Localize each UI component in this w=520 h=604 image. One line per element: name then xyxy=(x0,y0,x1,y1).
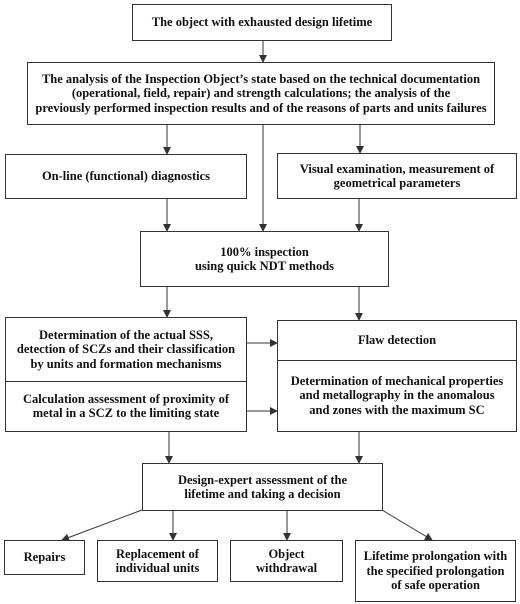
node-text: Lifetime prolongation with the specified … xyxy=(364,549,508,593)
node-text-line: On-line (functional) diagnostics xyxy=(41,169,211,184)
node-text: Design-expert assessment of the lifetime … xyxy=(178,473,347,502)
node-text-line: the specified prolongation xyxy=(366,563,505,578)
node-text-line: Calculation assessment of proximity of xyxy=(22,391,229,406)
node-text-line: of safe operation xyxy=(391,578,480,593)
node-sss-determination: Determination of the actual SSS, detectio… xyxy=(6,318,246,382)
node-text: Repairs xyxy=(24,550,66,565)
node-start: The object with exhausted design lifetim… xyxy=(132,4,392,41)
node-design-expert: Design-expert assessment of the lifetime … xyxy=(142,463,383,511)
node-text-line: Object xyxy=(268,546,305,561)
node-text-line: withdrawal xyxy=(255,561,318,575)
node-mech-properties: Determination of mechanical properties an… xyxy=(278,360,516,431)
node-right-group: Flaw detection Determination of mechanic… xyxy=(277,320,517,432)
node-text-line: and zones with the maximum SC xyxy=(309,402,485,417)
node-text-line: using quick NDT methods xyxy=(194,259,335,273)
node-calc-assessment: Calculation assessment of proximity of me… xyxy=(6,381,246,431)
node-text-line: Design-expert assessment of the xyxy=(177,472,348,487)
node-text: Replacement of individual units xyxy=(116,547,200,576)
node-text: Determination of mechanical properties an… xyxy=(291,374,504,418)
node-text-line: Determination of the actual SSS, xyxy=(39,327,213,342)
node-inspection: 100% inspection using quick NDT methods xyxy=(140,231,389,287)
node-text: Determination of the actual SSS, detectio… xyxy=(17,328,235,372)
node-text-line: (operational, field, repair) and strengt… xyxy=(71,86,451,101)
node-text-line: 100% inspection xyxy=(220,244,309,259)
node-text: The analysis of the Inspection Object’s … xyxy=(35,72,486,116)
node-withdrawal: Object withdrawal xyxy=(230,540,343,582)
node-online-diagnostics: On-line (functional) diagnostics xyxy=(5,154,247,199)
node-text-line: Lifetime prolongation with xyxy=(363,549,508,564)
node-text-line: Flaw detection xyxy=(357,333,437,348)
node-text-line: metal in a SCZ to the limiting state xyxy=(32,406,220,420)
node-text-line: by units and formation mechanisms xyxy=(30,356,222,371)
node-text-line: Repairs xyxy=(23,550,66,565)
node-text-line: The object with exhausted design lifetim… xyxy=(151,15,373,30)
node-text: Visual examination, measurement of geomet… xyxy=(300,162,494,191)
node-text-line: previously performed inspection results … xyxy=(35,100,487,115)
arrow-design-repairs xyxy=(61,509,143,542)
arrow-design-prolongation xyxy=(381,509,433,541)
node-text: Object withdrawal xyxy=(256,547,317,576)
node-prolongation: Lifetime prolongation with the specified … xyxy=(355,540,516,602)
node-text: The object with exhausted design lifetim… xyxy=(152,15,372,30)
node-flaw-detection: Flaw detection xyxy=(278,321,516,361)
node-text-line: detection of SCZs and their classificati… xyxy=(16,342,236,357)
node-text-line: lifetime and taking a decision xyxy=(184,487,341,501)
node-replacement: Replacement of individual units xyxy=(97,540,218,582)
node-analysis: The analysis of the Inspection Object’s … xyxy=(27,62,495,125)
node-text-line: Determination of mechanical properties xyxy=(290,373,504,388)
node-text: Flaw detection xyxy=(358,333,436,348)
node-text-line: Visual examination, measurement of xyxy=(299,161,495,176)
node-text-line: Replacement of xyxy=(116,546,199,561)
node-text: 100% inspection using quick NDT methods xyxy=(195,245,334,274)
node-visual-exam: Visual examination, measurement of geomet… xyxy=(277,153,517,199)
node-text-line: and metallography in the anomalous xyxy=(299,388,495,403)
node-text-line: The analysis of the Inspection Object’s … xyxy=(41,71,481,86)
node-text-line: geometrical parameters xyxy=(333,176,461,190)
node-text: On-line (functional) diagnostics xyxy=(42,169,210,184)
node-left-group: Determination of the actual SSS, detectio… xyxy=(5,317,247,432)
node-text: Calculation assessment of proximity of me… xyxy=(23,392,229,421)
node-repairs: Repairs xyxy=(4,540,85,575)
node-text-line: individual units xyxy=(115,561,200,575)
